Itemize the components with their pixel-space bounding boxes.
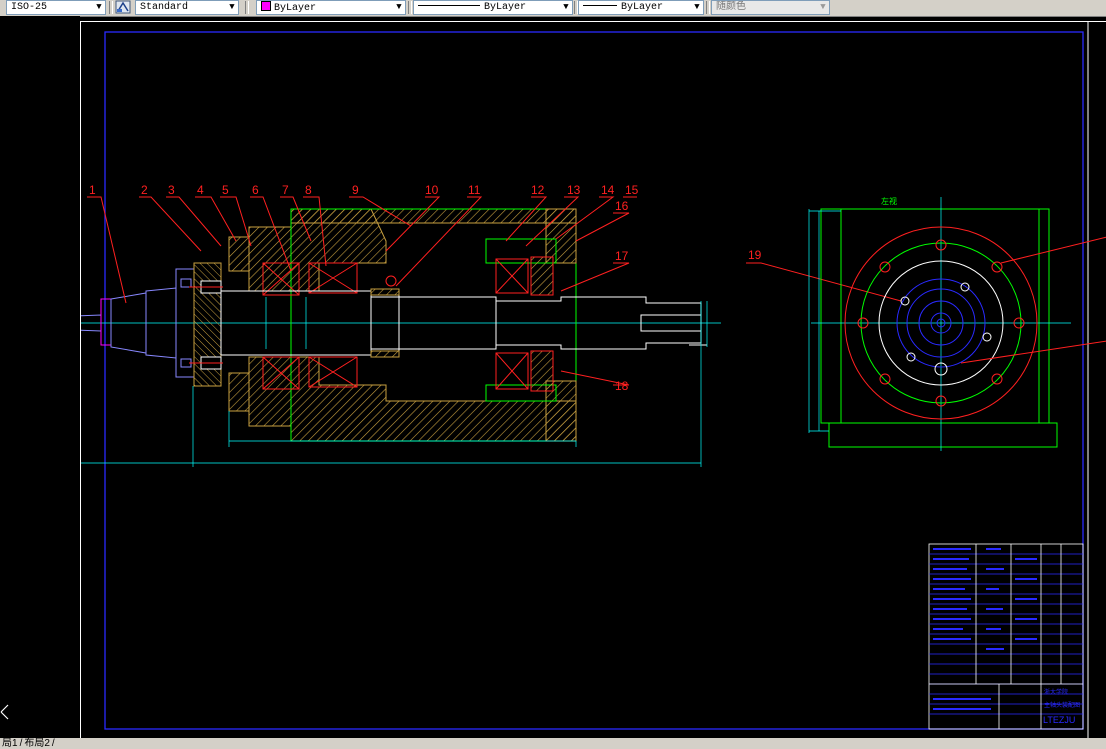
title-block: 浙大学院 主轴头装配图 LTEZJU (928, 543, 1084, 730)
model-space-margin (0, 16, 80, 738)
chevron-down-icon[interactable]: ▼ (560, 1, 572, 14)
tab-layout1[interactable]: 局1 (0, 738, 20, 749)
lineweight-value: ByLayer (621, 2, 664, 13)
part-label-5: 5 (222, 183, 229, 197)
part-label-11: 11 (468, 183, 481, 197)
toolbar-separator (109, 1, 113, 14)
part-label-17: 17 (615, 249, 629, 263)
cursor-icon (0, 704, 9, 720)
linetype-select[interactable]: ByLayer ▼ (413, 0, 573, 15)
linetype-value: ByLayer (484, 2, 527, 13)
part-label-16: 16 (615, 199, 629, 213)
textstyle-select[interactable]: Standard ▼ (135, 0, 239, 15)
part-label-9: 9 (352, 183, 359, 197)
part-label-6: 6 (252, 183, 259, 197)
dimstyle-select[interactable]: ISO-25 ▼ (6, 0, 106, 15)
part-label-18: 18 (615, 379, 629, 393)
part-label-8: 8 (305, 183, 312, 197)
title-drawing-code: LTEZJU (1043, 715, 1075, 725)
textstyle-value: Standard (140, 2, 189, 13)
chevron-down-icon[interactable]: ▼ (93, 1, 105, 14)
tab-layout2[interactable]: 布局2 (22, 738, 52, 749)
chevron-down-icon[interactable]: ▼ (817, 1, 829, 14)
lineweight-select[interactable]: ByLayer ▼ (578, 0, 704, 15)
title-unit: 浙大学院 (1044, 688, 1068, 696)
dimstyle-value: ISO-25 (11, 2, 48, 13)
lineweight-sample (583, 5, 617, 6)
plotstyle-value: 随颜色 (716, 2, 746, 13)
part-label-13: 13 (567, 183, 581, 197)
color-select[interactable]: ByLayer ▼ (256, 0, 406, 15)
part-label-2: 2 (141, 183, 148, 197)
assembly-drawing[interactable]: 1 2 3 4 5 6 7 8 9 10 11 12 13 14 15 16 1… (81, 22, 1106, 739)
color-value: ByLayer (274, 3, 317, 14)
linetype-sample (418, 5, 480, 6)
plotstyle-select[interactable]: 随颜色 ▼ (711, 0, 830, 15)
toolbar-separator (245, 1, 249, 14)
layout-tab-bar: 局1/布局2/ (0, 738, 1106, 749)
part-label-3: 3 (168, 183, 175, 197)
chevron-down-icon[interactable]: ▼ (393, 1, 405, 14)
chevron-down-icon[interactable]: ▼ (691, 1, 703, 14)
side-view: 左视 (808, 196, 1106, 451)
lineweight-value-wrap: ByLayer (583, 1, 663, 14)
part-label-4: 4 (197, 183, 204, 197)
title-drawing-name: 主轴头装配图 (1044, 701, 1080, 709)
properties-toolbar: ISO-25 ▼ Standard ▼ ByLayer ▼ ByLayer ▼ … (0, 0, 1106, 17)
part-label-10: 10 (425, 183, 439, 197)
color-value-wrap: ByLayer (261, 1, 317, 14)
input-spline (81, 298, 112, 346)
bearing-housing-left (248, 208, 577, 442)
part-label-12: 12 (531, 183, 545, 197)
side-view-label: 左视 (881, 196, 897, 206)
part-label-14: 14 (601, 183, 615, 197)
part-label-7: 7 (282, 183, 289, 197)
flange-assembly (189, 236, 250, 412)
part-label-15: 15 (625, 183, 639, 197)
part-label-1: 1 (89, 183, 96, 197)
text-style-icon[interactable] (115, 0, 131, 14)
color-swatch (261, 1, 271, 11)
toolbar-separator (706, 1, 710, 14)
drawing-canvas[interactable]: 1 2 3 4 5 6 7 8 9 10 11 12 13 14 15 16 1… (80, 21, 1106, 739)
toolbar-separator (408, 1, 412, 14)
linetype-value-wrap: ByLayer (418, 1, 526, 14)
part-label-19: 19 (748, 248, 762, 262)
chevron-down-icon[interactable]: ▼ (226, 1, 238, 14)
